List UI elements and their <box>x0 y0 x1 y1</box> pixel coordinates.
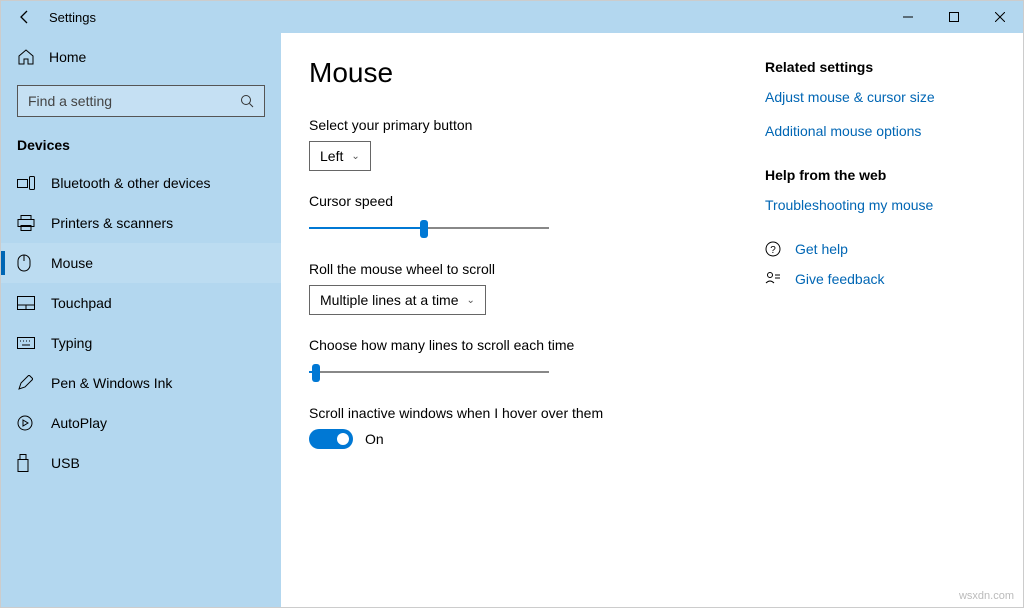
slider-thumb[interactable] <box>420 220 428 238</box>
support-section: ? Get help Give feedback <box>765 241 995 287</box>
help-web-section: Help from the web Troubleshooting my mou… <box>765 167 995 213</box>
sidebar-item-usb[interactable]: USB <box>1 443 281 483</box>
lines-slider[interactable] <box>309 361 549 383</box>
sidebar-item-label: Mouse <box>51 255 93 271</box>
primary-button-value: Left <box>320 148 343 164</box>
search-box[interactable] <box>17 85 265 117</box>
body: Home Devices Bluetooth & other devices <box>1 33 1023 607</box>
sidebar-item-bluetooth[interactable]: Bluetooth & other devices <box>1 163 281 203</box>
svg-text:?: ? <box>770 245 776 256</box>
settings-window: Settings Home Devices <box>0 0 1024 608</box>
cursor-speed-label: Cursor speed <box>309 193 745 209</box>
arrow-left-icon <box>17 9 33 25</box>
touchpad-icon <box>17 296 37 310</box>
titlebar: Settings <box>1 1 1023 33</box>
link-troubleshoot-mouse[interactable]: Troubleshooting my mouse <box>765 197 995 213</box>
toggle-knob <box>337 433 349 445</box>
maximize-icon <box>949 12 959 22</box>
scroll-inactive-label: Scroll inactive windows when I hover ove… <box>309 405 745 421</box>
get-help-link[interactable]: Get help <box>795 241 848 257</box>
primary-button-label: Select your primary button <box>309 117 745 133</box>
sidebar: Home Devices Bluetooth & other devices <box>1 33 281 607</box>
scroll-inactive-toggle[interactable] <box>309 429 353 449</box>
watermark: wsxdn.com <box>959 590 1014 602</box>
mouse-icon <box>17 254 37 272</box>
slider-track <box>309 371 549 373</box>
sidebar-item-typing[interactable]: Typing <box>1 323 281 363</box>
give-feedback-row[interactable]: Give feedback <box>765 271 995 287</box>
sidebar-item-autoplay[interactable]: AutoPlay <box>1 403 281 443</box>
autoplay-icon <box>17 415 37 431</box>
slider-fill <box>309 227 424 229</box>
sidebar-item-touchpad[interactable]: Touchpad <box>1 283 281 323</box>
pen-icon <box>17 375 37 391</box>
close-icon <box>995 12 1005 22</box>
printer-icon <box>17 215 37 231</box>
help-web-heading: Help from the web <box>765 167 995 183</box>
wheel-scroll-label: Roll the mouse wheel to scroll <box>309 261 745 277</box>
home-icon <box>17 48 37 66</box>
minimize-icon <box>903 12 913 22</box>
give-feedback-link[interactable]: Give feedback <box>795 271 885 287</box>
primary-button-dropdown[interactable]: Left ⌄ <box>309 141 371 171</box>
feedback-icon <box>765 271 783 287</box>
link-adjust-cursor-size[interactable]: Adjust mouse & cursor size <box>765 89 995 105</box>
sidebar-item-label: USB <box>51 455 80 471</box>
chevron-down-icon: ⌄ <box>351 151 359 162</box>
search-icon <box>240 94 254 108</box>
minimize-button[interactable] <box>885 1 931 33</box>
main: Mouse Select your primary button Left ⌄ … <box>281 33 1023 607</box>
sidebar-item-label: Touchpad <box>51 295 112 311</box>
sidebar-item-label: Bluetooth & other devices <box>51 175 211 191</box>
keyboard-icon <box>17 337 37 349</box>
page-title: Mouse <box>309 57 745 89</box>
home-button[interactable]: Home <box>1 37 281 77</box>
sidebar-item-pen[interactable]: Pen & Windows Ink <box>1 363 281 403</box>
sidebar-item-label: Printers & scanners <box>51 215 173 231</box>
search-input[interactable] <box>28 93 240 109</box>
devices-icon <box>17 176 37 190</box>
window-controls <box>885 1 1023 33</box>
usb-icon <box>17 454 37 472</box>
sidebar-item-label: AutoPlay <box>51 415 107 431</box>
scroll-inactive-row: On <box>309 429 745 449</box>
related-heading: Related settings <box>765 59 995 75</box>
search-wrap <box>1 77 281 131</box>
wheel-scroll-value: Multiple lines at a time <box>320 292 459 308</box>
sidebar-item-label: Pen & Windows Ink <box>51 375 172 391</box>
sidebar-item-mouse[interactable]: Mouse <box>1 243 281 283</box>
chevron-down-icon: ⌄ <box>467 295 475 306</box>
close-button[interactable] <box>977 1 1023 33</box>
maximize-button[interactable] <box>931 1 977 33</box>
link-additional-mouse-options[interactable]: Additional mouse options <box>765 123 995 139</box>
window-title: Settings <box>49 10 885 25</box>
help-icon: ? <box>765 241 783 257</box>
scroll-inactive-state: On <box>365 431 384 447</box>
sidebar-item-label: Typing <box>51 335 92 351</box>
get-help-row[interactable]: ? Get help <box>765 241 995 257</box>
home-label: Home <box>49 49 86 65</box>
slider-thumb[interactable] <box>312 364 320 382</box>
back-button[interactable] <box>1 1 49 33</box>
cursor-speed-slider[interactable] <box>309 217 549 239</box>
lines-each-time-label: Choose how many lines to scroll each tim… <box>309 337 745 353</box>
sidebar-category: Devices <box>1 131 281 163</box>
sidebar-nav: Bluetooth & other devices Printers & sca… <box>1 163 281 483</box>
wheel-scroll-dropdown[interactable]: Multiple lines at a time ⌄ <box>309 285 486 315</box>
content: Mouse Select your primary button Left ⌄ … <box>309 57 745 583</box>
sidebar-item-printers[interactable]: Printers & scanners <box>1 203 281 243</box>
side-panel: Related settings Adjust mouse & cursor s… <box>745 57 995 583</box>
